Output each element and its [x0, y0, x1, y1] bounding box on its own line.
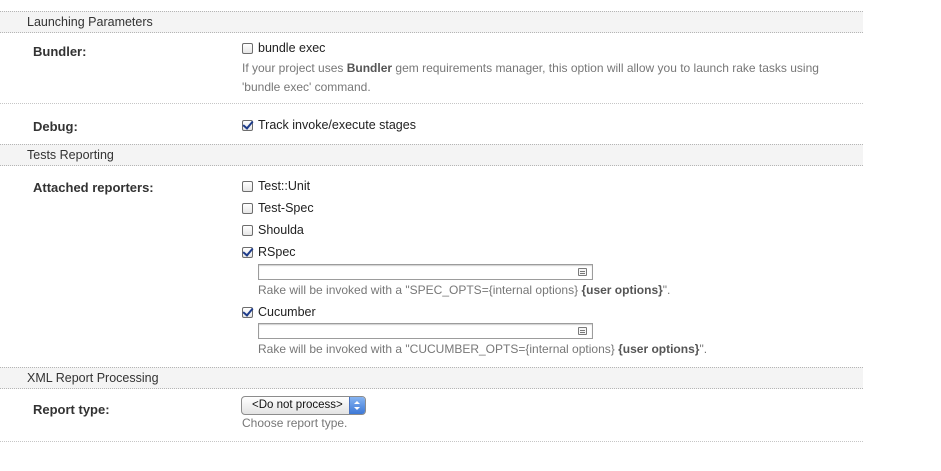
test-spec-checkbox[interactable] — [242, 202, 253, 214]
bundler-help-prefix: If your project uses — [242, 61, 347, 75]
cucumber-note: Rake will be invoked with a "CUCUMBER_OP… — [258, 340, 707, 359]
test-unit-checkbox[interactable] — [242, 180, 253, 192]
rspec-note-bold: {user options} — [581, 283, 663, 297]
cucumber-note-bold: {user options} — [618, 342, 700, 356]
row-divider — [0, 103, 863, 104]
bundler-label: Bundler: — [33, 44, 87, 59]
report-type-selected-value: <Do not process> — [252, 399, 343, 411]
select-arrows-icon — [348, 397, 365, 414]
shoulda-checkbox[interactable] — [242, 224, 253, 236]
track-stages-checkbox[interactable] — [242, 119, 253, 131]
shoulda-label: Shoulda — [258, 223, 304, 237]
rspec-note: Rake will be invoked with a "SPEC_OPTS={… — [258, 281, 670, 300]
rspec-checkbox[interactable] — [242, 246, 253, 258]
cucumber-note-suffix: ". — [699, 342, 708, 356]
debug-label: Debug: — [33, 119, 78, 134]
reporter-cucumber[interactable]: Cucumber — [242, 304, 316, 320]
cucumber-label: Cucumber — [258, 305, 316, 319]
track-stages-label: Track invoke/execute stages — [258, 118, 416, 132]
bundle-exec-option[interactable]: bundle exec — [242, 40, 325, 56]
rspec-note-prefix: Rake will be invoked with a "SPEC_OPTS={… — [258, 283, 582, 297]
cucumber-options-input[interactable] — [258, 323, 593, 339]
bundler-help-line2: 'bundle exec' command. — [242, 80, 371, 94]
cucumber-options-expand-icon[interactable] — [578, 327, 587, 335]
bundle-exec-label: bundle exec — [258, 41, 326, 55]
reporter-test-spec[interactable]: Test-Spec — [242, 200, 314, 216]
report-type-help: Choose report type. — [242, 416, 348, 430]
bottom-divider — [0, 441, 863, 442]
section-header-tests: Tests Reporting — [0, 144, 863, 166]
track-stages-option[interactable]: Track invoke/execute stages — [242, 117, 416, 133]
bundle-exec-checkbox[interactable] — [242, 42, 253, 54]
rspec-label: RSpec — [258, 245, 296, 259]
bundler-help-text: If your project uses Bundler gem require… — [242, 59, 819, 97]
test-spec-label: Test-Spec — [258, 201, 314, 215]
bundler-help-bold: Bundler — [346, 61, 393, 75]
cucumber-note-prefix: Rake will be invoked with a "CUCUMBER_OP… — [258, 342, 619, 356]
attached-reporters-label: Attached reporters: — [33, 180, 154, 195]
rspec-note-suffix: ". — [662, 283, 671, 297]
bundler-help-suffix: gem requirements manager, this option wi… — [392, 61, 819, 75]
build-settings-panel: Launching Parameters Bundler: bundle exe… — [0, 0, 863, 471]
report-type-label: Report type: — [33, 402, 110, 417]
rspec-options-expand-icon[interactable] — [578, 268, 587, 276]
reporter-test-unit[interactable]: Test::Unit — [242, 178, 310, 194]
rspec-options-input[interactable] — [258, 264, 593, 280]
reporter-rspec[interactable]: RSpec — [242, 244, 296, 260]
section-header-xml: XML Report Processing — [0, 367, 863, 389]
reporter-shoulda[interactable]: Shoulda — [242, 222, 304, 238]
test-unit-label: Test::Unit — [258, 179, 311, 193]
cucumber-checkbox[interactable] — [242, 306, 253, 318]
report-type-select[interactable]: <Do not process> — [241, 396, 366, 415]
section-header-launching: Launching Parameters — [0, 11, 863, 33]
